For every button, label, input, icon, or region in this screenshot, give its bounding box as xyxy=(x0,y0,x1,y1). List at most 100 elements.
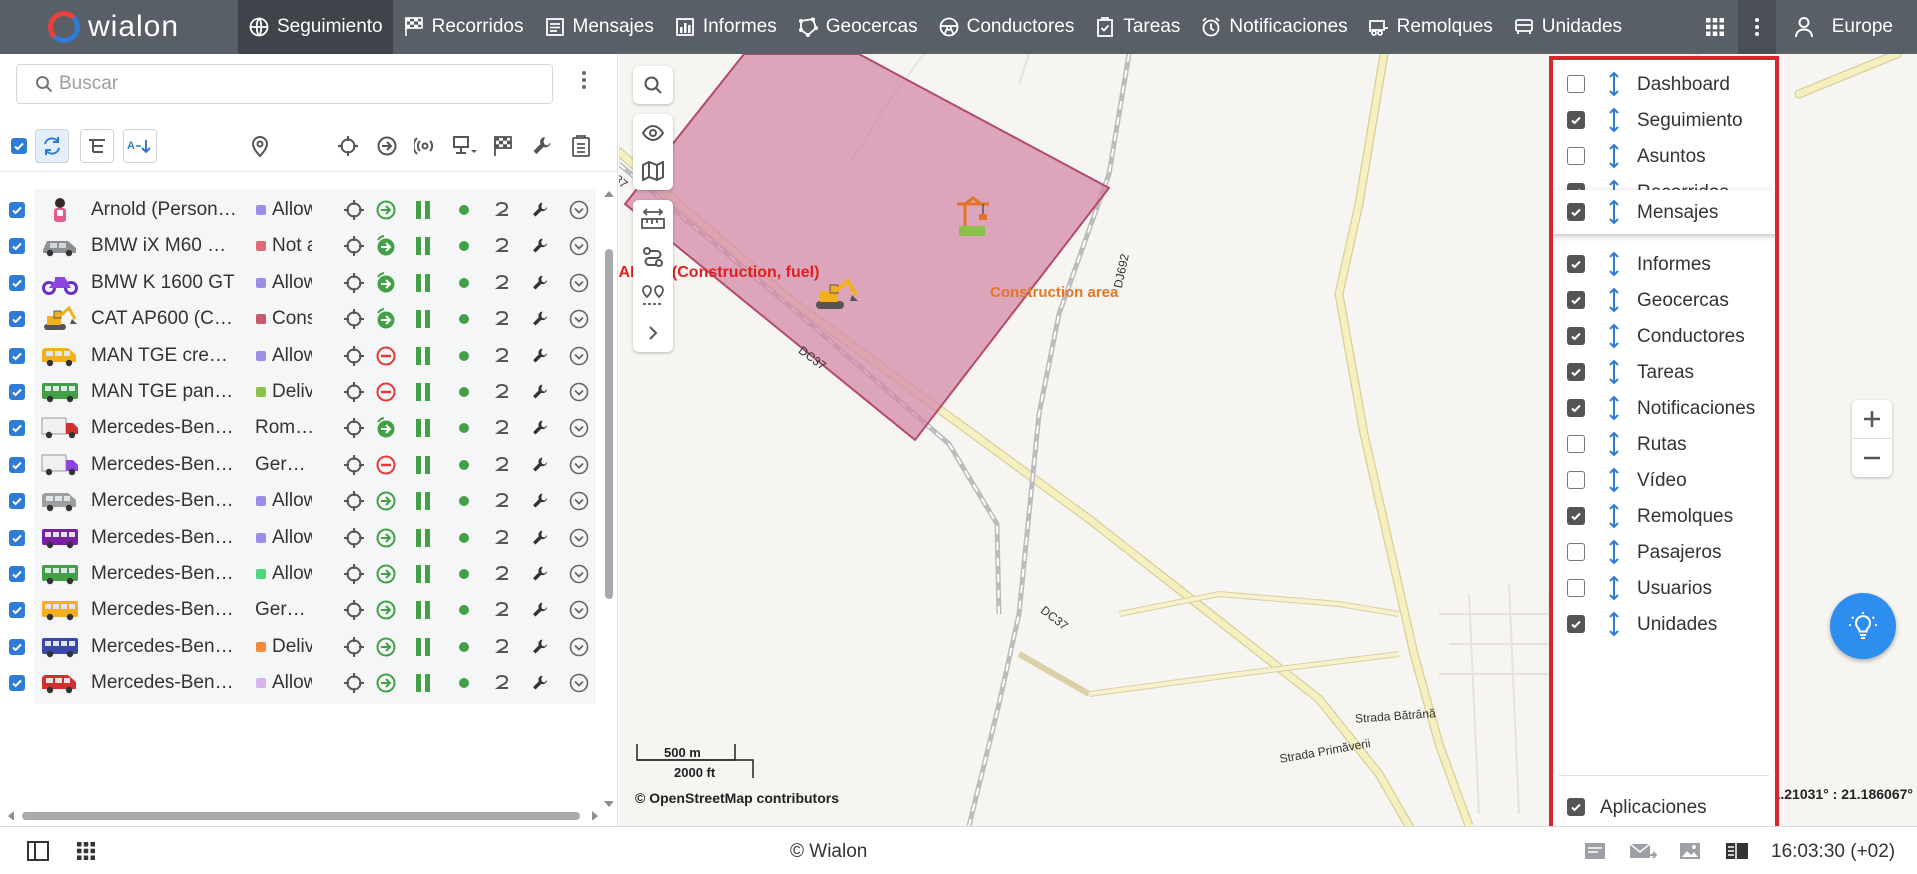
unit-row[interactable]: Mercedes-Benz Vario Allowed xyxy=(0,661,600,705)
maintenance-column-header[interactable] xyxy=(525,129,559,163)
zoom-out-button[interactable] xyxy=(1852,439,1892,477)
map-search-button[interactable] xyxy=(633,66,673,104)
drag-handle-icon[interactable] xyxy=(1607,287,1621,313)
locate-unit-button[interactable] xyxy=(342,271,366,295)
unit-checkbox[interactable] xyxy=(9,493,25,510)
user-menu-button[interactable]: Europe xyxy=(1776,0,1917,54)
checkbox-unchecked-icon[interactable] xyxy=(1567,435,1585,453)
drag-handle-icon[interactable] xyxy=(1607,199,1621,225)
locate-unit-button[interactable] xyxy=(342,344,366,368)
unit-menu-button[interactable] xyxy=(567,198,591,222)
commands-button[interactable] xyxy=(491,453,515,477)
locate-unit-button[interactable] xyxy=(342,635,366,659)
commands-button[interactable] xyxy=(491,344,515,368)
unit-list-horizontal-scrollbar[interactable] xyxy=(8,810,598,820)
maintenance-button[interactable] xyxy=(528,416,552,440)
checkbox-checked-icon[interactable] xyxy=(1567,203,1585,221)
locate-unit-button[interactable] xyxy=(342,489,366,513)
maintenance-button[interactable] xyxy=(528,671,552,695)
maintenance-button[interactable] xyxy=(528,489,552,513)
apps-button[interactable] xyxy=(74,839,98,863)
wialon-logo[interactable]: wialon xyxy=(0,0,238,54)
checkbox-checked-icon[interactable] xyxy=(1567,255,1585,273)
unit-menu-button[interactable] xyxy=(567,635,591,659)
unit-menu-button[interactable] xyxy=(567,526,591,550)
map-layers-visibility-button[interactable] xyxy=(633,114,673,152)
drag-handle-icon[interactable] xyxy=(1607,467,1621,493)
nav-item-seguimiento[interactable]: Seguimiento xyxy=(238,0,393,54)
menu-item-mensajes[interactable]: Mensajes xyxy=(1553,190,1775,234)
notifications-log-button[interactable] xyxy=(1583,839,1607,863)
commands-button[interactable] xyxy=(491,198,515,222)
unit-checkbox[interactable] xyxy=(9,238,25,255)
unit-checkbox[interactable] xyxy=(9,347,25,364)
unit-checkbox[interactable] xyxy=(9,602,25,619)
commands-button[interactable] xyxy=(491,635,515,659)
connection-column-header[interactable] xyxy=(408,129,442,163)
maintenance-button[interactable] xyxy=(528,198,552,222)
messages-status-button[interactable] xyxy=(1628,839,1658,863)
locate-unit-button[interactable] xyxy=(342,671,366,695)
commands-button[interactable] xyxy=(491,380,515,404)
commands-button[interactable] xyxy=(491,416,515,440)
points-tool-button[interactable] xyxy=(633,276,673,314)
refresh-toggle-button[interactable] xyxy=(35,129,69,163)
checkbox-checked-icon[interactable] xyxy=(1567,111,1585,129)
motion-column-header[interactable] xyxy=(370,129,404,163)
commands-button[interactable] xyxy=(491,271,515,295)
unit-menu-button[interactable] xyxy=(567,598,591,622)
unit-menu-button[interactable] xyxy=(567,271,591,295)
locate-unit-button[interactable] xyxy=(342,526,366,550)
commands-button[interactable] xyxy=(491,526,515,550)
checkbox-checked-icon[interactable] xyxy=(1567,327,1585,345)
locate-unit-button[interactable] xyxy=(342,234,366,258)
maintenance-button[interactable] xyxy=(528,271,552,295)
checkbox-checked-icon[interactable] xyxy=(1567,291,1585,309)
maintenance-button[interactable] xyxy=(528,635,552,659)
unit-checkbox[interactable] xyxy=(9,675,25,692)
scroll-thumb[interactable] xyxy=(22,812,580,820)
commands-button[interactable] xyxy=(491,671,515,695)
checkbox-checked-icon[interactable] xyxy=(1567,798,1585,816)
select-all-checkbox[interactable] xyxy=(2,129,36,163)
nav-item-tareas[interactable]: Tareas xyxy=(1084,0,1190,54)
locate-unit-button[interactable] xyxy=(342,562,366,586)
maintenance-button[interactable] xyxy=(528,307,552,331)
checkbox-unchecked-icon[interactable] xyxy=(1567,471,1585,489)
drag-handle-icon[interactable] xyxy=(1607,395,1621,421)
map-unit-marker[interactable] xyxy=(812,277,860,313)
unit-checkbox[interactable] xyxy=(9,420,25,437)
unit-checkbox[interactable] xyxy=(9,529,25,546)
drag-handle-icon[interactable] xyxy=(1607,179,1621,190)
nav-item-recorridos[interactable]: Recorridos xyxy=(393,0,534,54)
expand-tools-button[interactable] xyxy=(633,314,673,352)
commands-button[interactable] xyxy=(491,307,515,331)
commands-button[interactable] xyxy=(491,234,515,258)
unit-menu-button[interactable] xyxy=(567,671,591,695)
unit-menu-button[interactable] xyxy=(567,489,591,513)
scroll-thumb[interactable] xyxy=(605,249,613,599)
commands-button[interactable] xyxy=(491,598,515,622)
unit-checkbox[interactable] xyxy=(9,638,25,655)
apps-grid-button[interactable] xyxy=(1694,0,1736,54)
unit-checkbox[interactable] xyxy=(9,456,25,473)
checkbox-checked-icon[interactable] xyxy=(1567,183,1585,190)
maintenance-button[interactable] xyxy=(528,453,552,477)
map-source-button[interactable] xyxy=(633,152,673,190)
menu-item-unidades[interactable]: Unidades xyxy=(1553,602,1775,646)
checkbox-unchecked-icon[interactable] xyxy=(1567,579,1585,597)
maintenance-button[interactable] xyxy=(528,380,552,404)
unit-menu-button[interactable] xyxy=(567,416,591,440)
drag-handle-icon[interactable] xyxy=(1607,575,1621,601)
locate-column-header[interactable] xyxy=(331,129,365,163)
unit-menu-button[interactable] xyxy=(567,307,591,331)
search-input[interactable] xyxy=(59,73,539,95)
checkbox-unchecked-icon[interactable] xyxy=(1567,147,1585,165)
drag-handle-icon[interactable] xyxy=(1607,251,1621,277)
maintenance-button[interactable] xyxy=(528,598,552,622)
drag-handle-icon[interactable] xyxy=(1607,503,1621,529)
unit-menu-button[interactable] xyxy=(567,562,591,586)
list-options-button[interactable] xyxy=(572,70,596,98)
commands-button[interactable] xyxy=(491,562,515,586)
more-menu-button[interactable] xyxy=(1737,0,1776,54)
